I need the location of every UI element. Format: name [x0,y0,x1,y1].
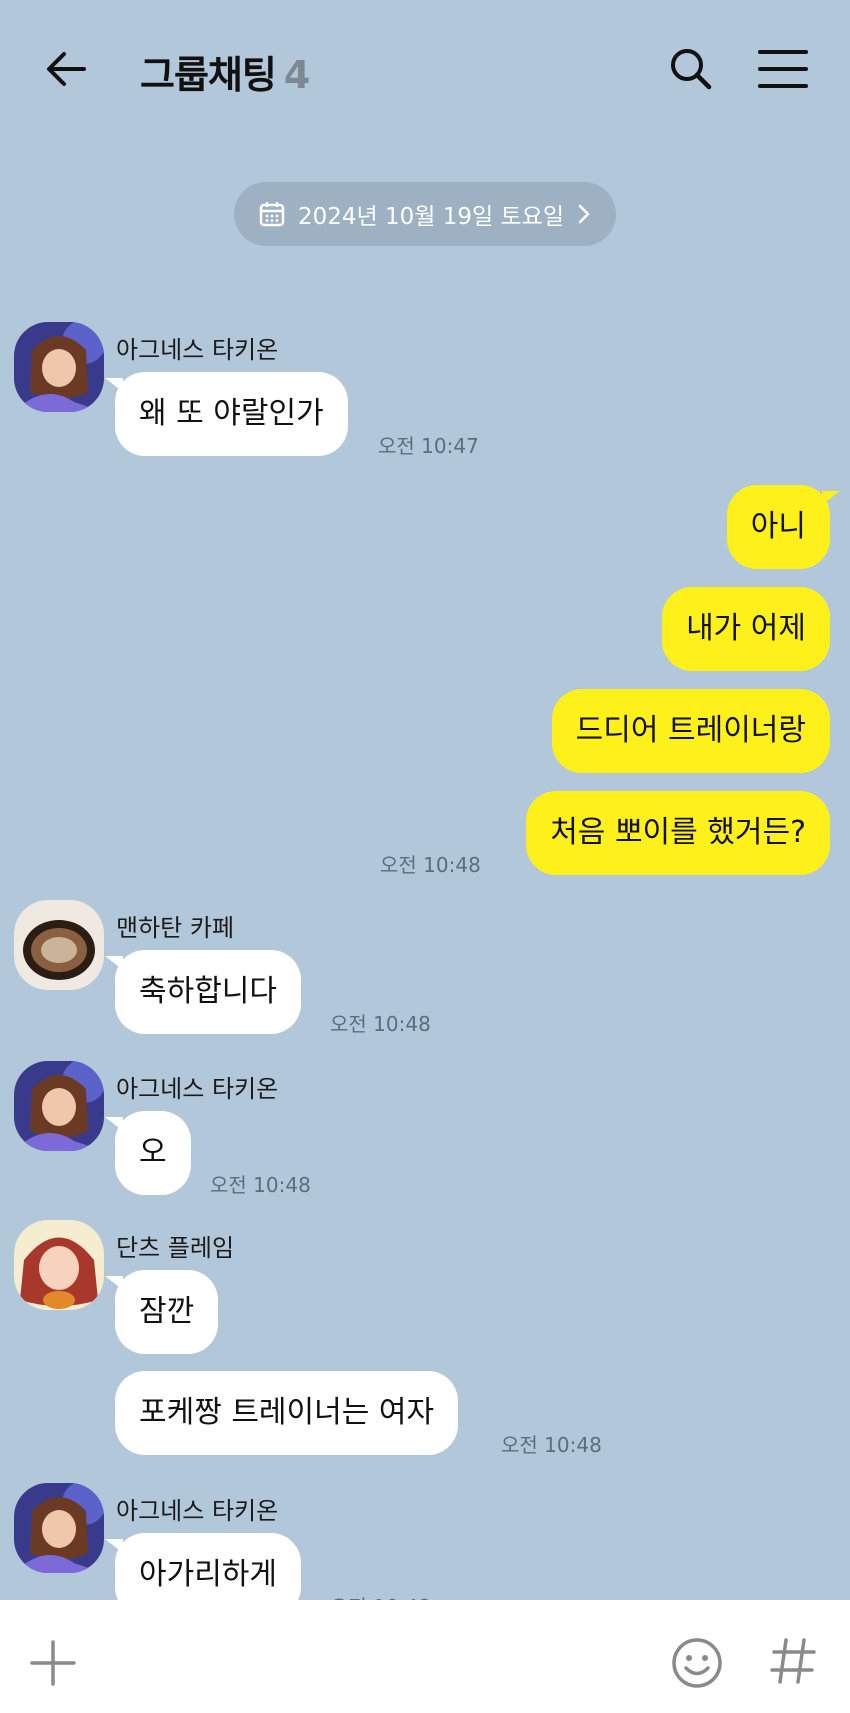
my-message-bubble[interactable]: 처음 뽀이를 했거든? [526,791,830,875]
hash-icon [770,1638,816,1684]
avatar[interactable] [14,1483,104,1573]
arrow-left-icon [47,52,86,86]
menu-button[interactable] [756,44,810,94]
input-bar [0,1600,850,1713]
sender-name: 단츠 플레임 [116,1234,235,1262]
message-time: 오전 10:48 [380,853,481,877]
room-name: 그룹채팅 [140,53,277,97]
avatar[interactable] [14,900,104,990]
message-time: 오전 10:48 [330,1012,431,1036]
my-message-bubble[interactable]: 내가 어제 [662,587,830,671]
sender-name: 아그네스 타키온 [116,1497,279,1525]
chevron-right-icon [578,204,590,224]
avatar[interactable] [14,1220,104,1310]
message-time: 오전 10:48 [501,1433,602,1457]
hamburger-icon [758,50,808,88]
search-icon [671,49,712,90]
date-divider[interactable]: 2024년 10월 19일 토요일 [234,182,616,246]
sender-name: 맨하탄 카페 [116,914,235,942]
sender-name: 아그네스 타키온 [116,1075,279,1103]
attach-button[interactable] [28,1638,78,1688]
my-message-bubble[interactable]: 아니 [726,485,841,569]
message-bubble[interactable]: 포케짱 트레이너는 여자 [115,1371,459,1455]
message-time: 오전 10:47 [378,434,479,458]
hashtag-button[interactable] [768,1634,818,1688]
smiley-icon [672,1638,722,1688]
emoji-button[interactable] [670,1636,724,1690]
back-button[interactable] [40,42,94,96]
message-bubble[interactable]: 축하합니다 [105,950,301,1034]
message-bubble[interactable]: 오 [105,1111,191,1195]
message-time: 오전 10:48 [210,1173,311,1197]
message-bubble[interactable]: 잠깐 [104,1270,219,1354]
member-count: 4 [283,53,310,97]
search-button[interactable] [664,42,718,96]
calendar-icon [259,202,285,227]
chat-title: 그룹채팅 4 [140,44,310,99]
sender-name: 아그네스 타키온 [116,336,279,364]
my-message-bubble[interactable]: 드디어 트레이너랑 [551,689,830,773]
plus-icon [30,1640,76,1686]
message-bubble[interactable]: 왜 또 야랄인가 [105,372,348,456]
chat-header: 그룹채팅 4 [0,0,850,140]
date-label: 2024년 10월 19일 토요일 [298,204,564,230]
avatar[interactable] [14,1061,104,1151]
avatar[interactable] [14,322,104,412]
